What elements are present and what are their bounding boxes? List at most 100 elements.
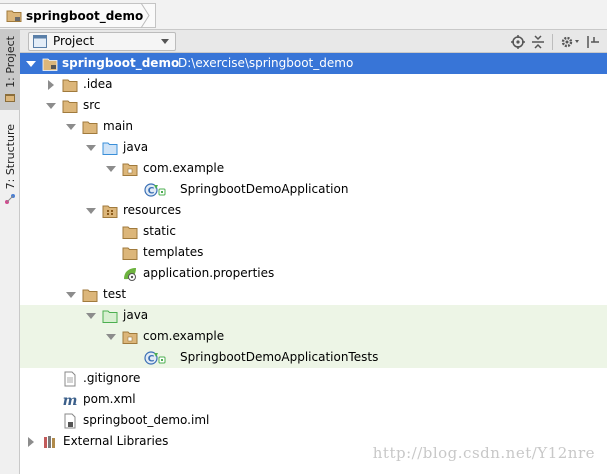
tree-row-main-class[interactable]: C SpringbootDemoApplication: [20, 179, 607, 200]
folder-label: test: [103, 287, 127, 301]
scroll-from-source-button[interactable]: [508, 32, 528, 51]
tree-row-test-package[interactable]: com.example: [20, 326, 607, 347]
file-label: pom.xml: [83, 392, 136, 406]
folder-label: java: [123, 308, 149, 322]
folder-icon: [122, 247, 138, 260]
root-project-path: D:\exercise\springboot_demo: [178, 56, 354, 70]
folder-label: templates: [143, 245, 204, 259]
package-icon: [122, 163, 138, 176]
tab-structure-label: 7: Structure: [3, 124, 17, 190]
tab-project-label: 1: Project: [3, 36, 17, 88]
spring-boot-class-icon: C: [144, 183, 166, 197]
svg-text:C: C: [148, 187, 155, 197]
folder-icon: [62, 100, 78, 113]
module-file-icon: [64, 413, 76, 429]
tree-row-gitignore[interactable]: .gitignore: [20, 368, 607, 389]
view-mode-dropdown[interactable]: Project: [28, 31, 176, 51]
tree-row-main-package[interactable]: com.example: [20, 158, 607, 179]
breadcrumb-project[interactable]: springboot_demo: [0, 3, 157, 28]
project-view-icon: [33, 34, 47, 48]
structure-tab-icon: [5, 194, 15, 205]
chevron-down-icon: [161, 38, 169, 44]
tree-row-resources[interactable]: resources: [20, 200, 607, 221]
breadcrumb-label: springboot_demo: [26, 8, 144, 23]
navigation-bar: springboot_demo: [0, 0, 607, 30]
target-icon: [511, 34, 525, 49]
tree-row-test-class[interactable]: C SpringbootDemoApplicationTests: [20, 347, 607, 368]
expand-arrow-icon[interactable]: [86, 311, 96, 321]
collapse-all-icon: [532, 34, 544, 49]
file-label: application.properties: [143, 266, 275, 280]
folder-label: static: [143, 224, 176, 238]
package-icon: [122, 331, 138, 344]
expand-arrow-icon[interactable]: [86, 143, 96, 153]
package-label: com.example: [143, 161, 225, 175]
folder-icon: [82, 289, 98, 302]
resources-folder-icon: [102, 205, 118, 218]
tree-row-iml[interactable]: springboot_demo.iml: [20, 410, 607, 431]
text-file-icon: [64, 371, 76, 387]
package-label: com.example: [143, 329, 225, 343]
breadcrumb-separator-icon: [140, 3, 150, 28]
expand-arrow-icon[interactable]: [66, 290, 76, 300]
expand-arrow-icon[interactable]: [106, 332, 116, 342]
test-class-icon: C: [144, 351, 166, 365]
collapsed-arrow-icon[interactable]: [46, 80, 56, 90]
folder-icon: [82, 121, 98, 134]
project-folder-icon: [42, 58, 58, 71]
maven-icon: m: [63, 393, 78, 408]
class-label: SpringbootDemoApplicationTests: [180, 350, 379, 364]
project-tree[interactable]: springboot_demo D:\exercise\springboot_d…: [20, 53, 607, 474]
tree-row-pom[interactable]: m pom.xml: [20, 389, 607, 410]
source-folder-icon: [102, 142, 118, 155]
project-tab-icon: [5, 93, 15, 102]
tool-window-actions: [508, 32, 603, 51]
hide-panel-icon: [587, 35, 599, 48]
svg-text:C: C: [148, 355, 155, 365]
gear-icon: [561, 36, 579, 47]
tool-window-header: Project: [20, 30, 607, 53]
tree-row-main-java[interactable]: java: [20, 137, 607, 158]
tab-project[interactable]: 1: Project: [0, 30, 20, 110]
class-label: SpringbootDemoApplication: [180, 182, 349, 196]
folder-label: .idea: [83, 77, 113, 91]
collapse-all-button[interactable]: [528, 32, 548, 51]
tree-row-main[interactable]: main: [20, 116, 607, 137]
file-label: springboot_demo.iml: [83, 413, 210, 427]
tab-structure[interactable]: 7: Structure: [0, 120, 20, 210]
folder-icon: [122, 226, 138, 239]
expand-arrow-icon[interactable]: [106, 164, 116, 174]
view-mode-label: Project: [53, 34, 95, 48]
libraries-label: External Libraries: [63, 434, 169, 448]
test-source-folder-icon: [102, 310, 118, 323]
collapsed-arrow-icon[interactable]: [26, 437, 36, 447]
tree-row-templates[interactable]: templates: [20, 242, 607, 263]
tree-row-test[interactable]: test: [20, 284, 607, 305]
folder-label: main: [103, 119, 133, 133]
root-project-name: springboot_demo: [62, 56, 180, 70]
spring-properties-icon: [124, 268, 136, 281]
settings-button[interactable]: [557, 32, 583, 51]
folder-label: src: [83, 98, 101, 112]
tree-row-root[interactable]: springboot_demo D:\exercise\springboot_d…: [20, 53, 607, 74]
tree-row-properties[interactable]: application.properties: [20, 263, 607, 284]
tree-row-src[interactable]: src: [20, 95, 607, 116]
expand-arrow-icon[interactable]: [66, 122, 76, 132]
folder-label: resources: [123, 203, 182, 217]
expand-arrow-icon[interactable]: [86, 206, 96, 216]
expand-arrow-icon[interactable]: [26, 59, 36, 69]
svg-text:m: m: [63, 393, 78, 408]
folder-icon: [6, 10, 22, 22]
tree-row-test-java[interactable]: java: [20, 305, 607, 326]
folder-label: java: [123, 140, 149, 154]
expand-arrow-icon[interactable]: [46, 101, 56, 111]
file-label: .gitignore: [83, 371, 141, 385]
tree-row-static[interactable]: static: [20, 221, 607, 242]
folder-icon: [62, 79, 78, 92]
left-tool-strip: 1: Project 7: Structure: [0, 30, 20, 474]
hide-tool-window-button[interactable]: [583, 32, 603, 51]
watermark: http://blog.csdn.net/Y12nre: [372, 444, 595, 462]
tree-row-idea[interactable]: .idea: [20, 74, 607, 95]
toolbar-divider: [552, 33, 553, 50]
libraries-icon: [44, 436, 55, 448]
